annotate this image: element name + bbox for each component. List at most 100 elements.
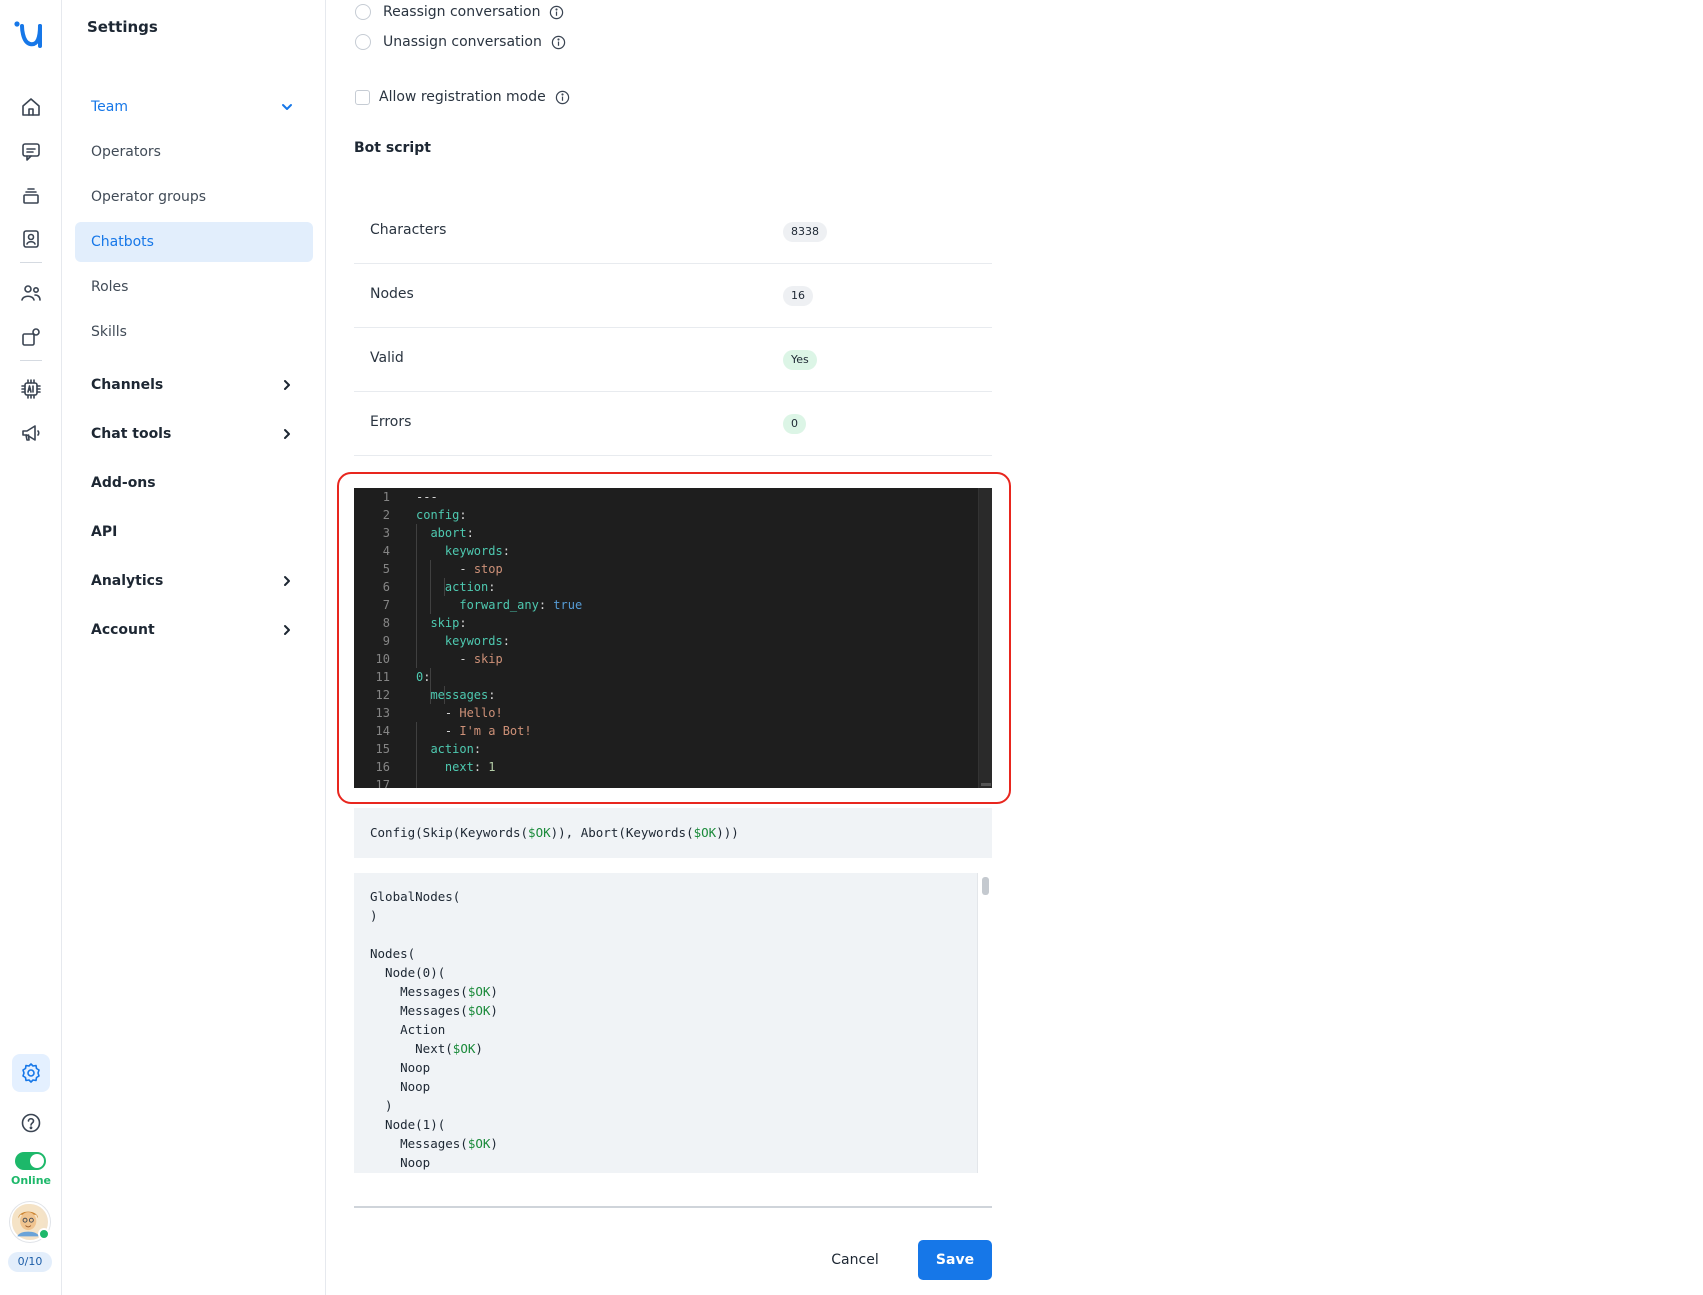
tree-line: Nodes( [370,946,416,961]
contacts-icon[interactable] [12,220,50,258]
online-dot-icon [38,1228,50,1240]
chevron-right-icon [279,377,295,393]
stat-badge: 16 [783,286,813,306]
info-icon[interactable] [555,90,570,105]
footer-divider [354,1206,992,1208]
ai-chip-icon[interactable] [12,370,50,408]
tree-line: Noop [370,1060,431,1075]
code-line: 13 - Hello! [375,706,503,720]
chatbot-editor: Reassign conversation Unassign conversat… [327,0,1703,1295]
icon-rail: Online 0/10 [0,0,62,1295]
reassign-radio[interactable] [355,4,371,20]
home-icon[interactable] [12,88,50,126]
tree-line: Node(0)( [370,965,446,980]
option-reassign[interactable]: Reassign conversation [355,4,564,20]
stack-icon[interactable] [12,176,50,214]
tree-line: Action [370,1022,446,1037]
option-label: Reassign conversation [383,4,541,20]
menu-analytics[interactable]: Analytics [75,561,313,601]
stat-row-nodes: Nodes 16 [354,264,992,328]
option-label: Unassign conversation [383,34,542,50]
chevron-down-icon [279,99,295,115]
code-line: 17 [375,778,390,788]
tree-line: Noop [370,1079,431,1094]
usedesk-logo-icon[interactable] [8,14,52,58]
tree-scrollbar[interactable] [977,873,992,1173]
menu-item-label: Operators [91,144,161,160]
code-line: 4 keywords: [382,544,510,558]
rail-divider [20,262,42,263]
team-icon[interactable] [12,274,50,312]
menu-section-label: Chat tools [91,426,172,442]
menu-section-label: API [91,524,118,540]
code-line: 1 --- [382,490,438,504]
code-line: 5 - stop [382,562,503,576]
tree-line: Messages($OK) [370,1136,498,1151]
code-line: 16 next: 1 [375,760,496,774]
menu-api[interactable]: API [75,512,313,552]
chat-icon[interactable] [12,132,50,170]
yaml-code-editor[interactable]: 1 --- 2 config: 3 abort: 4 keywords: 5 - s… [354,488,992,788]
menu-add-ons[interactable]: Add-ons [75,463,313,503]
menu-item-roles[interactable]: Roles [75,267,313,307]
integrations-icon[interactable] [12,318,50,356]
save-button[interactable]: Save [918,1240,992,1280]
code-line: 8 skip: [382,616,467,630]
menu-item-skills[interactable]: Skills [75,312,313,352]
tree-line: GlobalNodes( [370,889,461,904]
unassign-radio[interactable] [355,34,371,50]
menu-item-operators[interactable]: Operators [75,132,313,172]
info-icon[interactable] [549,5,564,20]
code-line: 2 config: [382,508,467,522]
help-icon[interactable] [12,1104,50,1142]
config-summary: Config(Skip(Keywords($OK)), Abort(Keywor… [354,808,992,858]
menu-section-label: Add-ons [91,475,156,491]
tree-line: ) [370,908,378,923]
parsed-nodes-tree[interactable]: GlobalNodes( ) Nodes( Node(0)( Messages(… [354,873,992,1173]
menu-chat-tools[interactable]: Chat tools [75,414,313,454]
megaphone-icon[interactable] [12,414,50,452]
settings-title: Settings [87,18,158,36]
tree-line: Node(1)( [370,1117,446,1132]
option-label: Allow registration mode [379,89,546,105]
menu-section-label: Channels [91,377,164,393]
avatar[interactable] [10,1202,50,1242]
stat-label: Errors [370,414,412,430]
online-status-toggle[interactable] [15,1152,46,1170]
stat-badge: 0 [783,414,806,434]
chat-counter-badge: 0/10 [8,1252,52,1272]
chevron-right-icon [279,573,295,589]
option-registration[interactable]: Allow registration mode [355,89,570,105]
bot-script-heading: Bot script [354,140,431,156]
menu-item-label: Skills [91,324,127,340]
menu-team[interactable]: Team [75,87,313,127]
rail-divider [20,360,42,361]
settings-gear-icon[interactable] [12,1054,50,1092]
menu-channels[interactable]: Channels [75,365,313,405]
editor-scrollbar[interactable] [978,488,992,788]
code-line: 11 0: [375,670,431,684]
registration-checkbox[interactable] [355,89,370,105]
settings-menu: Settings Team Operators Operator groups … [62,0,326,1295]
code-line: 9 keywords: [382,634,510,648]
code-line: 3 abort: [382,526,474,540]
menu-item-operator-groups[interactable]: Operator groups [75,177,313,217]
stat-row-characters: Characters 8338 [354,200,992,264]
cancel-button[interactable]: Cancel [815,1240,895,1280]
menu-item-label: Operator groups [91,189,207,205]
code-line: 15 action: [375,742,482,756]
menu-account[interactable]: Account [75,610,313,650]
stat-label: Characters [370,222,447,238]
info-icon[interactable] [551,35,566,50]
stat-row-errors: Errors 0 [354,392,992,456]
chevron-right-icon [279,426,295,442]
code-line: 6 action: [382,580,496,594]
menu-item-label: Chatbots [91,234,154,250]
stat-label: Nodes [370,286,414,302]
code-line: 10 - skip [375,652,503,666]
tree-line: Messages($OK) [370,1003,498,1018]
menu-item-chatbots[interactable]: Chatbots [75,222,313,262]
tree-line: Messages($OK) [370,984,498,999]
stat-label: Valid [370,350,404,366]
option-unassign[interactable]: Unassign conversation [355,34,566,50]
